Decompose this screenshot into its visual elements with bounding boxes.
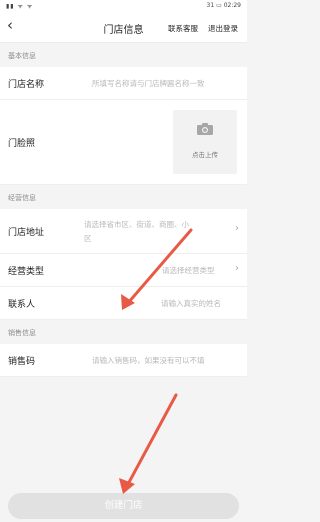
annotation-arrows [119,228,193,494]
arrowhead-lower [119,478,135,494]
annotation-arrow-upper [126,228,193,305]
annotation-arrow-lower [125,393,178,488]
